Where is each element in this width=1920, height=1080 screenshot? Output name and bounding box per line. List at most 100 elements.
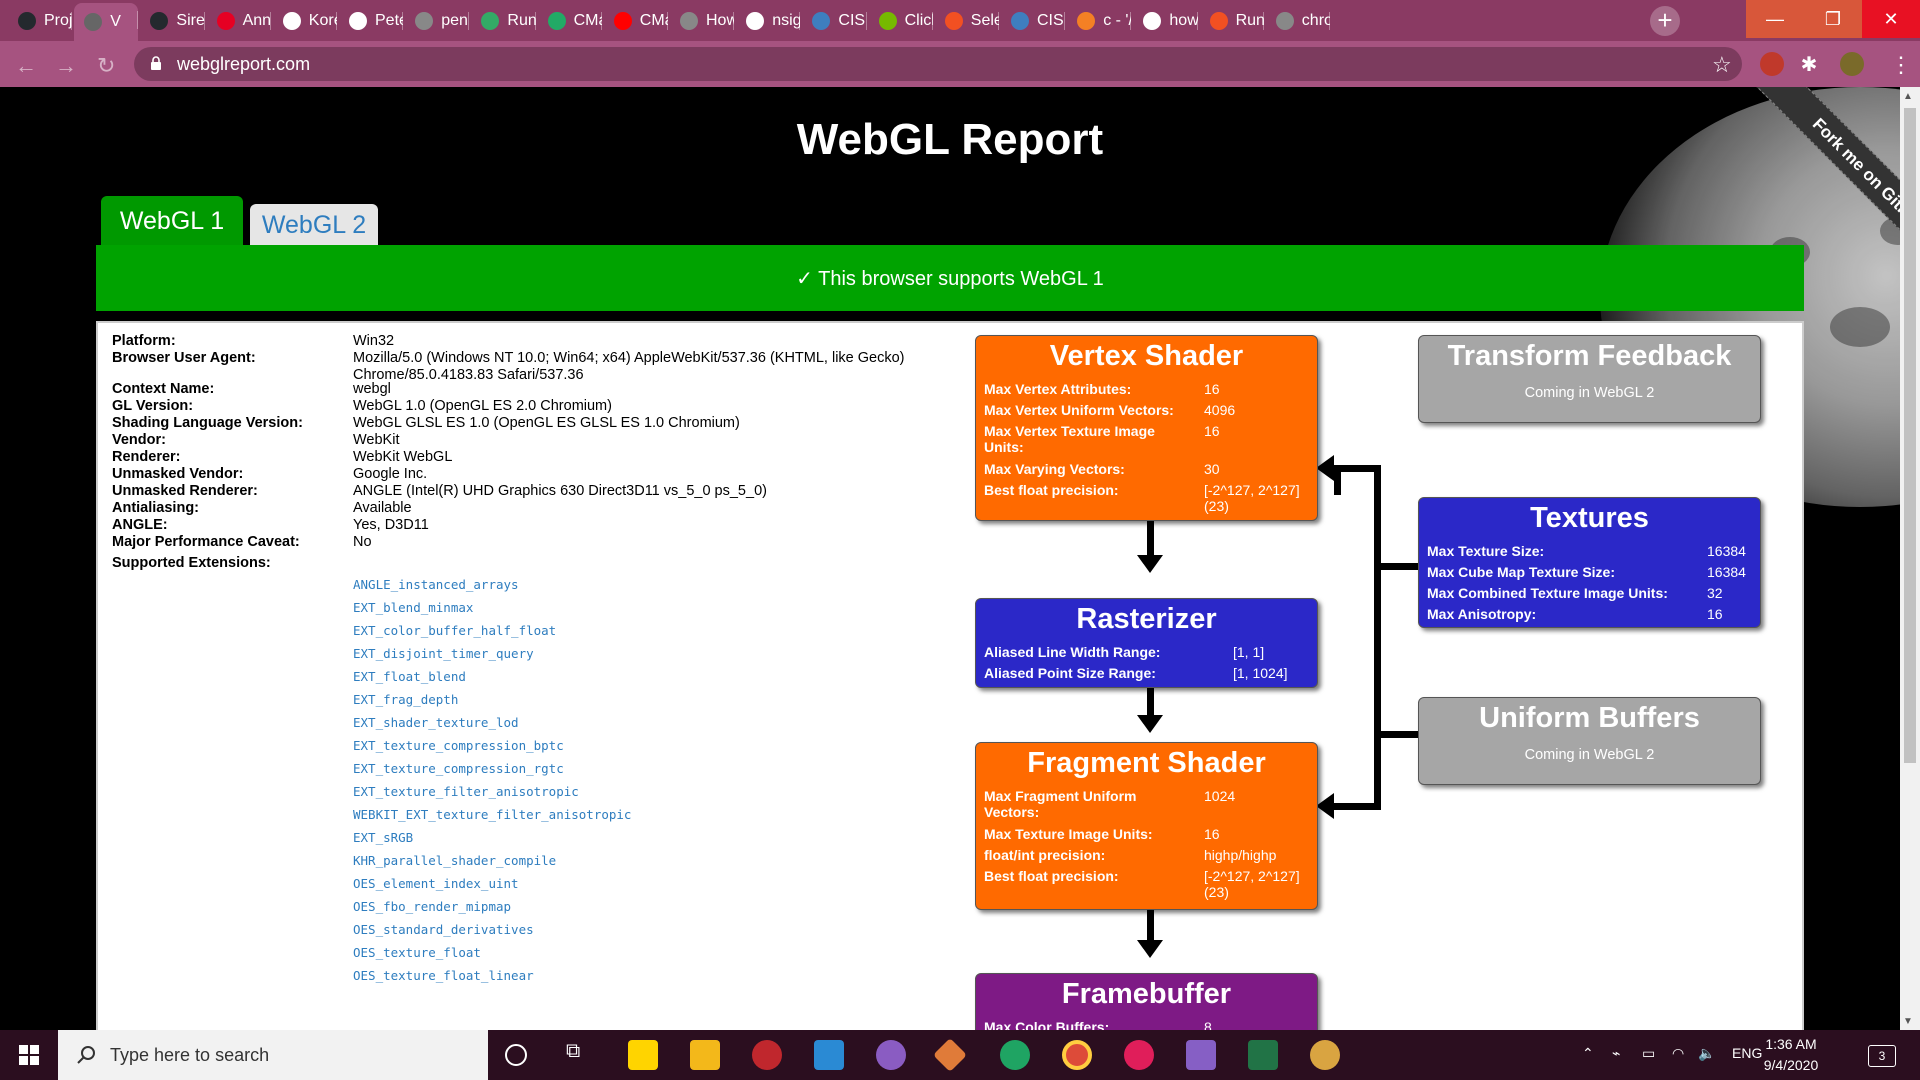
extension-link[interactable]: ANGLE_instanced_arrays bbox=[353, 573, 631, 596]
color-buffers-value: 8 bbox=[1204, 1019, 1212, 1030]
tab-webgl-2[interactable]: WebGL 2 bbox=[250, 204, 378, 246]
extension-link[interactable]: OES_standard_derivatives bbox=[353, 918, 631, 941]
wifi-icon[interactable]: ◠ bbox=[1672, 1045, 1684, 1062]
browser-tab[interactable]: Siree bbox=[140, 4, 205, 37]
github-icon bbox=[150, 11, 169, 30]
tab-webgl-1[interactable]: WebGL 1 bbox=[101, 196, 243, 246]
browser-tab-label: chro bbox=[1301, 11, 1330, 29]
browser-tab[interactable]: Anno bbox=[207, 4, 271, 37]
fragment-float-precision-value: [-2^127, 2^127] (23) bbox=[1204, 868, 1300, 900]
bookmark-star-icon[interactable]: ☆ bbox=[1712, 52, 1732, 78]
maximize-button[interactable]: ❐ bbox=[1804, 0, 1862, 38]
extension-link[interactable]: EXT_color_buffer_half_float bbox=[353, 619, 631, 642]
piazza-icon bbox=[1011, 11, 1029, 30]
extension-link[interactable]: WEBKIT_EXT_texture_filter_anisotropic bbox=[353, 803, 631, 826]
transform-feedback-box: Transform Feedback Coming in WebGL 2 bbox=[1418, 335, 1761, 423]
browser-tab[interactable]: how bbox=[1133, 4, 1198, 37]
extension-link[interactable]: OES_texture_float bbox=[353, 941, 631, 964]
slack-icon[interactable] bbox=[1124, 1040, 1154, 1070]
browser-tab[interactable]: Pete bbox=[339, 4, 404, 37]
extension-icon[interactable] bbox=[1760, 52, 1784, 76]
spreadsheet-icon[interactable] bbox=[1248, 1040, 1278, 1070]
edge-icon[interactable] bbox=[1000, 1040, 1030, 1070]
uniform-buffers-box: Uniform Buffers Coming in WebGL 2 bbox=[1418, 697, 1761, 785]
float-int-precision-label: float/int precision: bbox=[984, 847, 1106, 863]
varying-vectors-value: 30 bbox=[1204, 461, 1220, 477]
github-desktop-icon[interactable] bbox=[876, 1040, 906, 1070]
extension-link[interactable]: OES_fbo_render_mipmap bbox=[353, 895, 631, 918]
cortana-icon[interactable] bbox=[505, 1044, 527, 1066]
task-view-icon[interactable]: ⧉ bbox=[566, 1040, 596, 1070]
back-icon[interactable]: ← bbox=[15, 53, 37, 79]
scrollbar-thumb[interactable] bbox=[1904, 108, 1916, 763]
close-window-button[interactable]: ✕ bbox=[1862, 0, 1920, 38]
extension-link[interactable]: EXT_texture_compression_rgtc bbox=[353, 757, 631, 780]
extension-link[interactable]: KHR_parallel_shader_compile bbox=[353, 849, 631, 872]
info-label: Renderer: bbox=[112, 449, 181, 465]
start-button[interactable] bbox=[0, 1030, 58, 1080]
browser-tab[interactable]: CMa bbox=[538, 4, 602, 37]
volume-icon[interactable]: 🔈 bbox=[1698, 1045, 1715, 1062]
extension-link[interactable]: OES_element_index_uint bbox=[353, 872, 631, 895]
reload-icon[interactable]: ↻ bbox=[97, 53, 115, 79]
browser-tab-label: penr bbox=[441, 11, 469, 29]
profile-avatar[interactable] bbox=[1840, 52, 1864, 76]
minimize-button[interactable]: — bbox=[1746, 0, 1804, 38]
extension-link[interactable]: OES_texture_float_linear bbox=[353, 964, 631, 987]
browser-tab-label: nsigl bbox=[772, 11, 801, 29]
arrow-fragment-to-framebuffer bbox=[1147, 906, 1154, 942]
browser-tab[interactable]: Runr bbox=[471, 4, 536, 37]
browser-tab-label: how bbox=[1169, 11, 1198, 29]
scroll-down-arrow[interactable]: ▼ bbox=[1903, 1016, 1913, 1027]
file-explorer-icon[interactable] bbox=[690, 1040, 720, 1070]
browser-tab-label: Siree bbox=[176, 11, 205, 29]
sticky-notes-icon[interactable] bbox=[628, 1040, 658, 1070]
extension-link[interactable]: EXT_float_blend bbox=[353, 665, 631, 688]
address-bar[interactable] bbox=[134, 47, 1742, 81]
vertex-shader-title: Vertex Shader bbox=[1049, 340, 1244, 372]
microsoft-icon bbox=[944, 11, 963, 30]
taskbar-clock[interactable]: 1:36 AM 9/4/2020 bbox=[1756, 1034, 1826, 1076]
extension-link[interactable]: EXT_texture_compression_bptc bbox=[353, 734, 631, 757]
extension-link[interactable]: EXT_shader_texture_lod bbox=[353, 711, 631, 734]
show-hidden-icons-chevron[interactable]: ⌃ bbox=[1582, 1045, 1594, 1062]
mail-icon[interactable] bbox=[814, 1040, 844, 1070]
url-text[interactable]: webglreport.com bbox=[177, 54, 310, 75]
info-value: ANGLE (Intel(R) UHD Graphics 630 Direct3… bbox=[353, 483, 767, 499]
float-int-precision-value: highp/highp bbox=[1204, 847, 1277, 863]
scroll-up-arrow[interactable]: ▲ bbox=[1903, 91, 1913, 102]
extension-link[interactable]: EXT_sRGB bbox=[353, 826, 631, 849]
browser-tab[interactable]: Proje bbox=[8, 4, 73, 37]
extension-link[interactable]: EXT_texture_filter_anisotropic bbox=[353, 780, 631, 803]
visual-studio-icon[interactable] bbox=[1186, 1040, 1216, 1070]
browser-tab[interactable]: chro bbox=[1266, 4, 1330, 37]
lock-icon[interactable] bbox=[150, 56, 162, 70]
browser-tab[interactable]: c - '/ bbox=[1067, 4, 1132, 37]
browser-tab[interactable]: Run bbox=[1200, 4, 1264, 37]
chrome-icon[interactable] bbox=[1062, 1040, 1092, 1070]
search-placeholder[interactable]: Type here to search bbox=[110, 1045, 269, 1066]
extension-link[interactable]: EXT_disjoint_timer_query bbox=[353, 642, 631, 665]
extension-link[interactable]: EXT_frag_depth bbox=[353, 688, 631, 711]
battery-icon[interactable]: ▭ bbox=[1642, 1045, 1655, 1062]
forward-icon[interactable]: → bbox=[55, 53, 77, 79]
menu-kebab-icon[interactable]: ⋮ bbox=[1890, 52, 1912, 78]
browser-tab[interactable]: nsigl bbox=[736, 4, 801, 37]
browser-tab[interactable]: CMa bbox=[604, 4, 668, 37]
browser-tab[interactable]: How bbox=[670, 4, 735, 37]
browser-tab[interactable]: Click bbox=[869, 4, 933, 37]
extensions-puzzle-icon[interactable]: ✱ bbox=[1797, 52, 1821, 76]
browser-tab[interactable]: CIS 5 bbox=[802, 4, 867, 37]
browser-tab[interactable]: V bbox=[74, 3, 139, 41]
browser-tab[interactable]: Selec bbox=[935, 4, 999, 37]
new-tab-button[interactable]: + bbox=[1650, 6, 1680, 36]
browser-tab[interactable]: Kore bbox=[273, 4, 337, 37]
extension-link[interactable]: EXT_blend_minmax bbox=[353, 596, 631, 619]
browser-tab[interactable]: CIS 5 bbox=[1001, 4, 1066, 37]
app-icon[interactable] bbox=[752, 1040, 782, 1070]
notification-center-icon[interactable]: 3 bbox=[1868, 1045, 1896, 1067]
browser-tab[interactable]: penr bbox=[405, 4, 470, 37]
network-icon[interactable]: ⌁ bbox=[1612, 1045, 1620, 1062]
paint-icon[interactable] bbox=[1310, 1040, 1340, 1070]
clock-date: 9/4/2020 bbox=[1763, 1057, 1819, 1073]
